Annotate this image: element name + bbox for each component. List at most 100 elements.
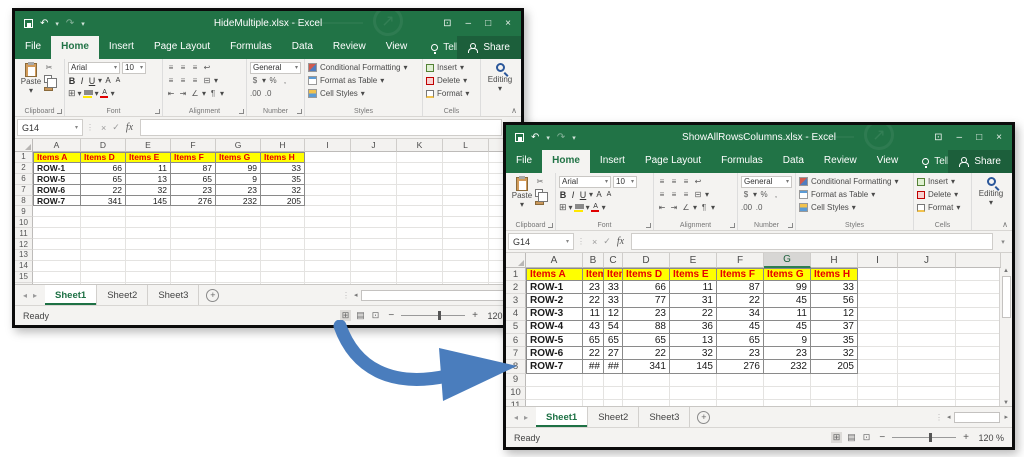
enter-entry-icon[interactable]: ✓ xyxy=(603,236,611,247)
zoom-slider[interactable] xyxy=(892,437,956,438)
sheet-tab-sheet1[interactable]: Sheet1 xyxy=(536,407,588,427)
cell-E9[interactable] xyxy=(126,206,171,217)
enter-entry-icon[interactable]: ✓ xyxy=(112,122,120,133)
cell-G10[interactable] xyxy=(216,217,261,228)
cell-B2[interactable]: 23 xyxy=(583,281,604,294)
cell-B5[interactable]: 43 xyxy=(583,321,604,334)
cell-A11[interactable] xyxy=(526,400,583,406)
cell-D9[interactable] xyxy=(81,206,126,217)
cell-E11[interactable] xyxy=(670,400,717,406)
increase-indent-icon[interactable]: ⇥ xyxy=(178,89,188,99)
cell-x11[interactable] xyxy=(956,400,1001,406)
cell-A9[interactable] xyxy=(526,374,583,387)
zoom-in-icon[interactable]: + xyxy=(963,432,969,443)
column-header-E[interactable]: E xyxy=(126,139,171,152)
tab-data[interactable]: Data xyxy=(282,36,323,59)
cell-J4[interactable] xyxy=(898,308,956,321)
column-header-I[interactable]: I xyxy=(858,253,898,268)
cell-D8[interactable]: 341 xyxy=(81,196,126,207)
underline-caret-icon[interactable]: ▾ xyxy=(589,190,593,199)
formula-input[interactable] xyxy=(140,119,502,136)
column-header-F[interactable]: F xyxy=(171,139,216,152)
delete-cells-button[interactable]: Delete ▾ xyxy=(917,188,968,201)
cell-G5[interactable]: 45 xyxy=(764,321,811,334)
cell-H1[interactable]: Items H xyxy=(261,152,305,163)
cell-K12[interactable] xyxy=(397,239,443,250)
cell-L6[interactable] xyxy=(443,174,489,185)
cell-E6[interactable]: 13 xyxy=(126,174,171,185)
row-header-1[interactable]: 1 xyxy=(15,152,33,163)
tab-home[interactable]: Home xyxy=(542,150,590,173)
row-header-8[interactable]: 8 xyxy=(15,196,33,207)
vertical-scroll-thumb[interactable] xyxy=(1002,276,1011,318)
clipboard-launcher-icon[interactable] xyxy=(57,109,62,114)
cell-F4[interactable]: 34 xyxy=(717,308,764,321)
cell-x1[interactable] xyxy=(956,268,1001,281)
cell-J7[interactable] xyxy=(898,347,956,360)
cell-K13[interactable] xyxy=(397,250,443,261)
font-color-button[interactable]: A xyxy=(592,203,600,212)
tab-view[interactable]: View xyxy=(376,36,418,59)
increase-decimal-icon[interactable]: .00 xyxy=(250,89,261,99)
cell-E13[interactable] xyxy=(126,250,171,261)
cell-F8[interactable]: 276 xyxy=(717,360,764,373)
cell-G16[interactable] xyxy=(216,283,261,284)
tell-me-box[interactable]: Tell me what you want to do xyxy=(922,150,948,173)
cell-K10[interactable] xyxy=(397,217,443,228)
cell-J9[interactable] xyxy=(898,374,956,387)
cell-A10[interactable] xyxy=(33,217,81,228)
next-sheet-icon[interactable]: ▸ xyxy=(33,291,37,300)
scrollbar-divider[interactable]: ⋮ xyxy=(342,291,350,300)
cell-L1[interactable] xyxy=(443,152,489,163)
cell-G11[interactable] xyxy=(216,228,261,239)
row-header-2[interactable]: 2 xyxy=(506,281,526,294)
cell-B9[interactable] xyxy=(583,374,604,387)
decrease-indent-icon[interactable]: ⇤ xyxy=(166,89,176,99)
select-all-corner[interactable] xyxy=(506,253,526,268)
cell-A8[interactable]: ROW-7 xyxy=(526,360,583,373)
column-header-J[interactable]: J xyxy=(898,253,956,268)
cell-G7[interactable]: 23 xyxy=(764,347,811,360)
font-launcher-icon[interactable] xyxy=(646,223,651,228)
ribbon-options-icon[interactable]: ⊡ xyxy=(934,132,942,143)
cell-F8[interactable]: 276 xyxy=(171,196,216,207)
minimize-icon[interactable]: – xyxy=(466,18,472,29)
sheet-tab-sheet1[interactable]: Sheet1 xyxy=(45,285,97,305)
cell-C2[interactable]: 33 xyxy=(604,281,623,294)
cell-L8[interactable] xyxy=(443,196,489,207)
qat-customize-icon[interactable]: ▾ xyxy=(572,134,576,142)
cell-A3[interactable]: ROW-2 xyxy=(526,294,583,307)
cell-H9[interactable] xyxy=(811,374,858,387)
cell-D1[interactable]: Items D xyxy=(623,268,670,281)
cell-I9[interactable] xyxy=(858,374,898,387)
cell-J12[interactable] xyxy=(351,239,397,250)
cell-E11[interactable] xyxy=(126,228,171,239)
cell-B8[interactable]: ## xyxy=(583,360,604,373)
cell-J14[interactable] xyxy=(351,261,397,272)
row-header-16[interactable]: 16 xyxy=(15,283,33,284)
bold-button[interactable]: B xyxy=(68,76,76,86)
cell-B6[interactable]: 65 xyxy=(583,334,604,347)
cell-E9[interactable] xyxy=(670,374,717,387)
cell-D9[interactable] xyxy=(623,374,670,387)
row-header-10[interactable]: 10 xyxy=(15,217,33,228)
cell-I2[interactable] xyxy=(305,163,351,174)
cell-J3[interactable] xyxy=(898,294,956,307)
cell-A10[interactable] xyxy=(526,387,583,400)
cell-J11[interactable] xyxy=(898,400,956,406)
cell-F1[interactable]: Items F xyxy=(171,152,216,163)
cell-G3[interactable]: 45 xyxy=(764,294,811,307)
row-header-2[interactable]: 2 xyxy=(15,163,33,174)
decrease-decimal-icon[interactable]: .0 xyxy=(754,203,764,213)
cell-L9[interactable] xyxy=(443,206,489,217)
zoom-slider[interactable] xyxy=(401,315,465,316)
align-left-icon[interactable]: ≡ xyxy=(166,76,176,86)
cell-B3[interactable]: 22 xyxy=(583,294,604,307)
formula-bar-divider[interactable]: ⋮ xyxy=(577,237,585,246)
cell-L11[interactable] xyxy=(443,228,489,239)
undo-icon[interactable]: ↶ xyxy=(531,132,539,143)
cell-I16[interactable] xyxy=(305,283,351,284)
cell-H15[interactable] xyxy=(261,272,305,283)
tab-insert[interactable]: Insert xyxy=(99,36,144,59)
wrap-text-icon[interactable]: ↩ xyxy=(202,63,212,73)
